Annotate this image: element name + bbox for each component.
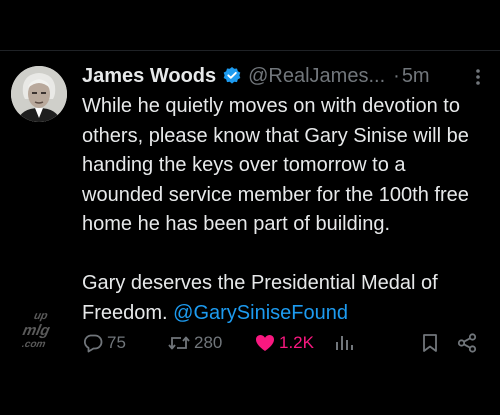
share-icon [456,332,478,354]
reply-count: 75 [107,333,126,352]
tweet-text: While he quietly moves on with devotion … [82,92,492,328]
like-count: 1.2K [279,333,314,352]
svg-text:.com: .com [22,339,47,350]
like-heart-icon [254,332,276,354]
reply-icon [82,332,104,354]
tweet-paragraph-2: Gary deserves the Presidential Medal of … [82,269,492,328]
share-button[interactable] [456,330,478,356]
author-handle[interactable]: @RealJames... [248,65,385,88]
verified-badge-icon [222,66,242,86]
bookmark-button[interactable] [420,330,440,356]
separator-dot: · [393,64,400,87]
tweet[interactable]: James Woods @RealJames... · 5m While he … [0,0,500,415]
views-button[interactable] [334,330,354,356]
mention-link[interactable]: @GarySiniseFound [173,302,348,324]
reply-button[interactable]: 75 [82,330,126,356]
avatar[interactable] [11,66,67,122]
author-name[interactable]: James Woods [82,65,216,88]
more-options-icon[interactable] [472,67,484,87]
tweet-header: James Woods @RealJames... · 5m [82,63,430,89]
tweet-paragraph-1: While he quietly moves on with devotion … [82,95,469,235]
watermark-logo: up mlg .com [21,307,68,355]
like-button[interactable]: 1.2K [254,330,314,356]
action-bar: 75 280 1.2K [82,330,492,356]
repost-count: 280 [194,333,223,352]
bookmark-icon [420,332,440,354]
views-icon [334,332,354,354]
repost-icon [167,332,191,354]
timestamp[interactable]: 5m [402,65,430,88]
repost-button[interactable]: 280 [167,330,222,356]
svg-text:mlg: mlg [22,322,51,339]
svg-text:up: up [33,310,49,322]
